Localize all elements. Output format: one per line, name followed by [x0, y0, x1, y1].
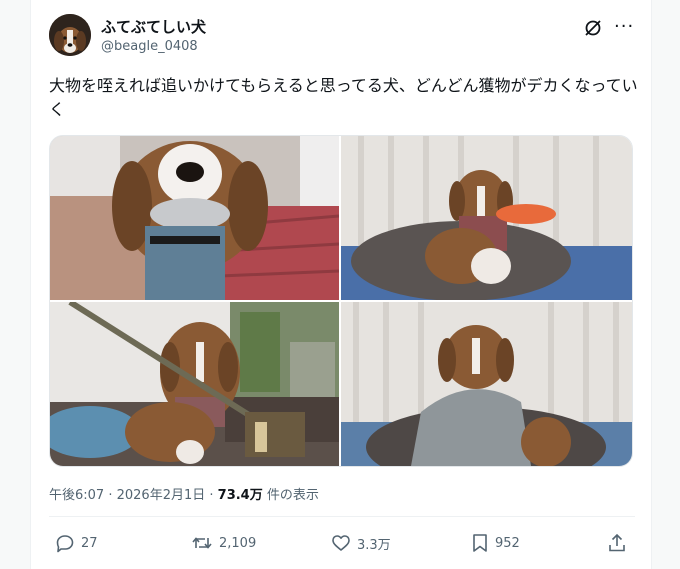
meta-separator-2: ·: [205, 488, 218, 503]
photo-1[interactable]: [50, 136, 339, 300]
tweet-text: 大物を咥えれば追いかけてもらえると思ってる犬、どんどん獲物がデカくなっていく: [49, 76, 638, 119]
repost-count: 2,109: [219, 535, 257, 551]
tweet-meta: 午後6:07 · 2026年2月1日 · 73.4万 件の表示: [49, 484, 319, 503]
like-icon: [331, 533, 351, 553]
divider: [49, 516, 635, 517]
share-button[interactable]: [607, 533, 627, 553]
media-grid: [49, 135, 633, 467]
display-name[interactable]: ふてぶてしい犬: [101, 16, 206, 37]
like-count: 3.3万: [357, 537, 391, 553]
reply-button[interactable]: 27: [55, 533, 98, 553]
photo-3[interactable]: [50, 302, 339, 466]
meta-separator: ·: [104, 488, 117, 503]
view-count-suffix: 件の表示: [262, 488, 319, 503]
bookmark-count: 952: [495, 535, 520, 551]
tweet-card: ふてぶてしい犬 @beagle_0408 ··· 大物を咥えれば追いかけてもらえ…: [30, 0, 652, 569]
reply-icon: [55, 533, 75, 553]
reply-count: 27: [81, 535, 98, 551]
action-bar: 27 2,109 3.3万 952: [31, 528, 651, 558]
photo-4[interactable]: [341, 302, 632, 466]
user-handle[interactable]: @beagle_0408: [101, 39, 198, 54]
grok-icon[interactable]: [583, 18, 603, 38]
repost-button[interactable]: 2,109: [191, 533, 256, 553]
tweet-time[interactable]: 午後6:07: [49, 488, 104, 503]
like-button[interactable]: 3.3万: [331, 533, 391, 553]
avatar[interactable]: [49, 14, 91, 56]
share-icon: [607, 533, 627, 553]
view-count: 73.4万: [217, 488, 263, 503]
photo-2[interactable]: [341, 136, 632, 300]
bookmark-icon: [471, 533, 489, 553]
more-icon[interactable]: ···: [614, 16, 634, 37]
bookmark-button[interactable]: 952: [471, 533, 520, 553]
repost-icon: [191, 533, 213, 553]
tweet-date[interactable]: 2026年2月1日: [117, 488, 206, 503]
